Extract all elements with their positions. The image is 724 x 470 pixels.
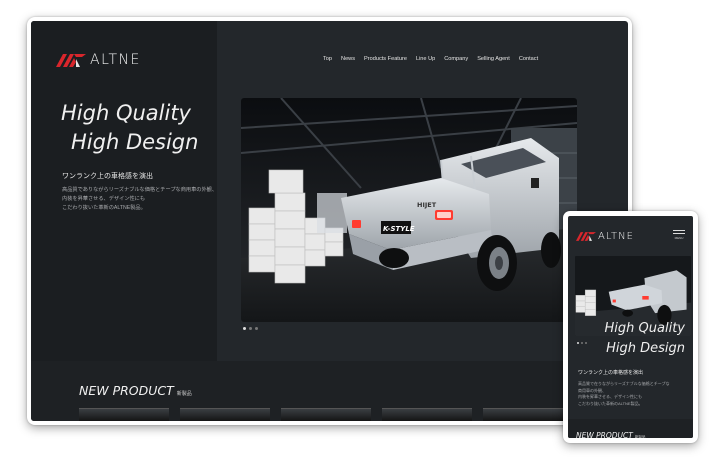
site-logo[interactable]: ALTNE xyxy=(56,52,141,68)
slider-dot-3[interactable] xyxy=(255,327,258,330)
menu-label: MENU xyxy=(674,236,684,240)
new-product-heading: NEW PRODUCT 新製品 xyxy=(79,383,192,398)
slider-dot-2[interactable] xyxy=(249,327,252,330)
hero-subheading: ワンランク上の車格感を演出 xyxy=(62,173,153,180)
hero-headline: High Quality High Design xyxy=(61,99,198,157)
description-line-2: 内装を昇華させる、デザイン性にも xyxy=(62,196,146,202)
description-line-1: 高品質でありながらリーズナブルな価格とチープな商用車の外観、 xyxy=(62,187,218,193)
nav-products-feature[interactable]: Products Feature xyxy=(364,56,407,62)
main-nav: Top News Products Feature Line Up Compan… xyxy=(323,56,547,62)
slider-dots xyxy=(243,327,261,330)
product-thumbnail[interactable] xyxy=(180,408,270,421)
new-product-title: NEW PRODUCT xyxy=(79,383,174,398)
headline-line-1: High Quality xyxy=(61,101,191,125)
mobile-brand-name: ALTNE xyxy=(598,231,634,242)
tailgate-badge: HIJET xyxy=(417,201,437,209)
product-thumbnails xyxy=(79,408,584,421)
product-thumbnail[interactable] xyxy=(79,408,169,421)
altne-logo-icon xyxy=(56,53,86,67)
nav-news[interactable]: News xyxy=(341,56,355,62)
brand-name: ALTNE xyxy=(90,52,141,68)
product-thumbnail[interactable] xyxy=(281,408,371,421)
nav-company[interactable]: Company xyxy=(444,56,468,62)
headline-line-2: High Design xyxy=(71,130,199,154)
mobile-subheading: ワンランク上の車格感を演出 xyxy=(578,370,644,376)
mobile-new-product-heading: NEW PRODUCT 新製品 xyxy=(576,431,645,438)
desktop-device-frame: ALTNE Top News Products Feature Line Up … xyxy=(27,17,632,425)
nav-line-up[interactable]: Line Up xyxy=(416,56,435,62)
product-thumbnail[interactable] xyxy=(382,408,472,421)
desktop-screen: ALTNE Top News Products Feature Line Up … xyxy=(31,21,628,421)
nav-top[interactable]: Top xyxy=(323,56,332,62)
mobile-hero-headline: High Quality High Design xyxy=(605,319,685,359)
mobile-slider-dots xyxy=(577,342,589,344)
mobile-new-product-subtitle: 新製品 xyxy=(634,435,646,438)
hero-description: 高品質でありながらリーズナブルな価格とチープな商用車の外観、 内装を昇華させる、… xyxy=(62,186,237,213)
mobile-slider-dot-2[interactable] xyxy=(581,342,583,344)
nav-selling-agent[interactable]: Selling Agent xyxy=(477,56,510,62)
plate-text: K-STYLE xyxy=(383,225,415,233)
mobile-slider-dot-3[interactable] xyxy=(585,342,587,344)
mobile-headline-line-2: High Design xyxy=(606,341,685,356)
description-line-3: こだわり抜いた革新のALTNE製品。 xyxy=(62,205,146,211)
menu-icon xyxy=(673,230,685,231)
mobile-description-line-4: こだわり抜いた革新のALTNE製品。 xyxy=(578,400,643,406)
slider-dot-1[interactable] xyxy=(243,327,246,330)
mobile-device-frame: ALTNE MENU High Quality High Design ワンラン… xyxy=(563,211,698,443)
altne-logo-icon xyxy=(576,232,596,241)
mobile-slider-dot-1[interactable] xyxy=(577,342,579,344)
mobile-new-product-title: NEW PRODUCT xyxy=(576,431,633,438)
hamburger-menu-button[interactable]: MENU xyxy=(673,230,685,240)
hero-slider-image[interactable]: HIJET K-STYLE xyxy=(241,98,577,322)
menu-icon-bar xyxy=(673,233,685,234)
truck-photo: HIJET K-STYLE xyxy=(241,98,577,322)
product-thumbnail[interactable] xyxy=(483,408,573,421)
mobile-site-logo[interactable]: ALTNE xyxy=(576,231,634,242)
new-product-subtitle: 新製品 xyxy=(176,391,192,397)
nav-contact[interactable]: Contact xyxy=(519,56,538,62)
mobile-screen: ALTNE MENU High Quality High Design ワンラン… xyxy=(568,216,693,438)
mobile-headline-line-1: High Quality xyxy=(604,321,685,336)
mobile-description: 高品質で在りながらリーズナブルな価格とチープな 商用車の外観、 内装を昇華させる… xyxy=(578,381,688,407)
